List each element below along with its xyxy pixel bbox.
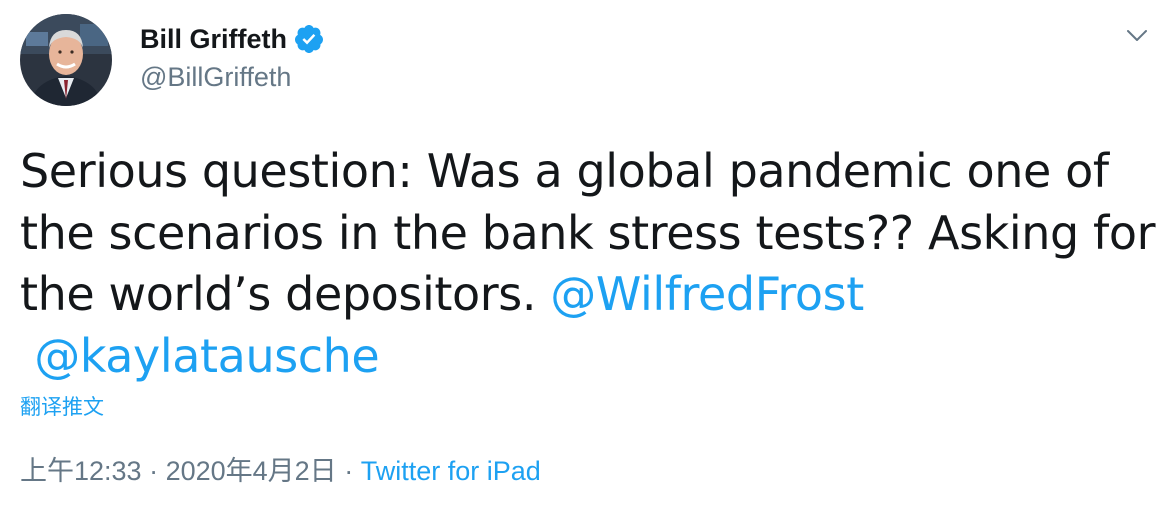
tweet-text-fragment: the world’s depositors. [20,267,551,321]
tweet-card: Bill Griffeth @BillGriffeth Serious ques… [0,0,1173,505]
chevron-down-icon[interactable] [1124,22,1150,48]
mention-link-kaylatausche[interactable]: @kaylatausche [34,329,380,383]
tweet-text-line: the scenarios in the bank stress tests??… [20,205,1156,260]
tweet-source-link[interactable]: Twitter for iPad [361,456,541,486]
mention-link-wilfredfrost[interactable]: @WilfredFrost [550,267,864,321]
tweet-text-line: the world’s depositors. @WilfredFrost [20,264,1160,326]
display-name[interactable]: Bill Griffeth [140,22,287,56]
meta-separator: · [336,456,361,486]
tweet-text-line: @kaylatausche [20,326,1160,388]
tweet-text-line: Serious question: Was a global pandemic … [20,144,1109,198]
avatar-photo [20,14,112,106]
verified-badge-icon [293,23,325,55]
avatar[interactable] [20,14,112,106]
tweet-date[interactable]: 2020年4月2日 [166,456,337,486]
user-handle[interactable]: @BillGriffeth [140,60,291,94]
tweet-time[interactable]: 上午12:33 [20,456,142,486]
author-name-row[interactable]: Bill Griffeth [140,22,325,56]
translate-tweet-link[interactable]: 翻译推文 [20,394,104,422]
tweet-text: Serious question: Was a global pandemic … [20,141,1160,387]
meta-separator: · [141,456,166,486]
tweet-meta: 上午12:33 · 2020年4月2日 · Twitter for iPad [20,453,541,489]
